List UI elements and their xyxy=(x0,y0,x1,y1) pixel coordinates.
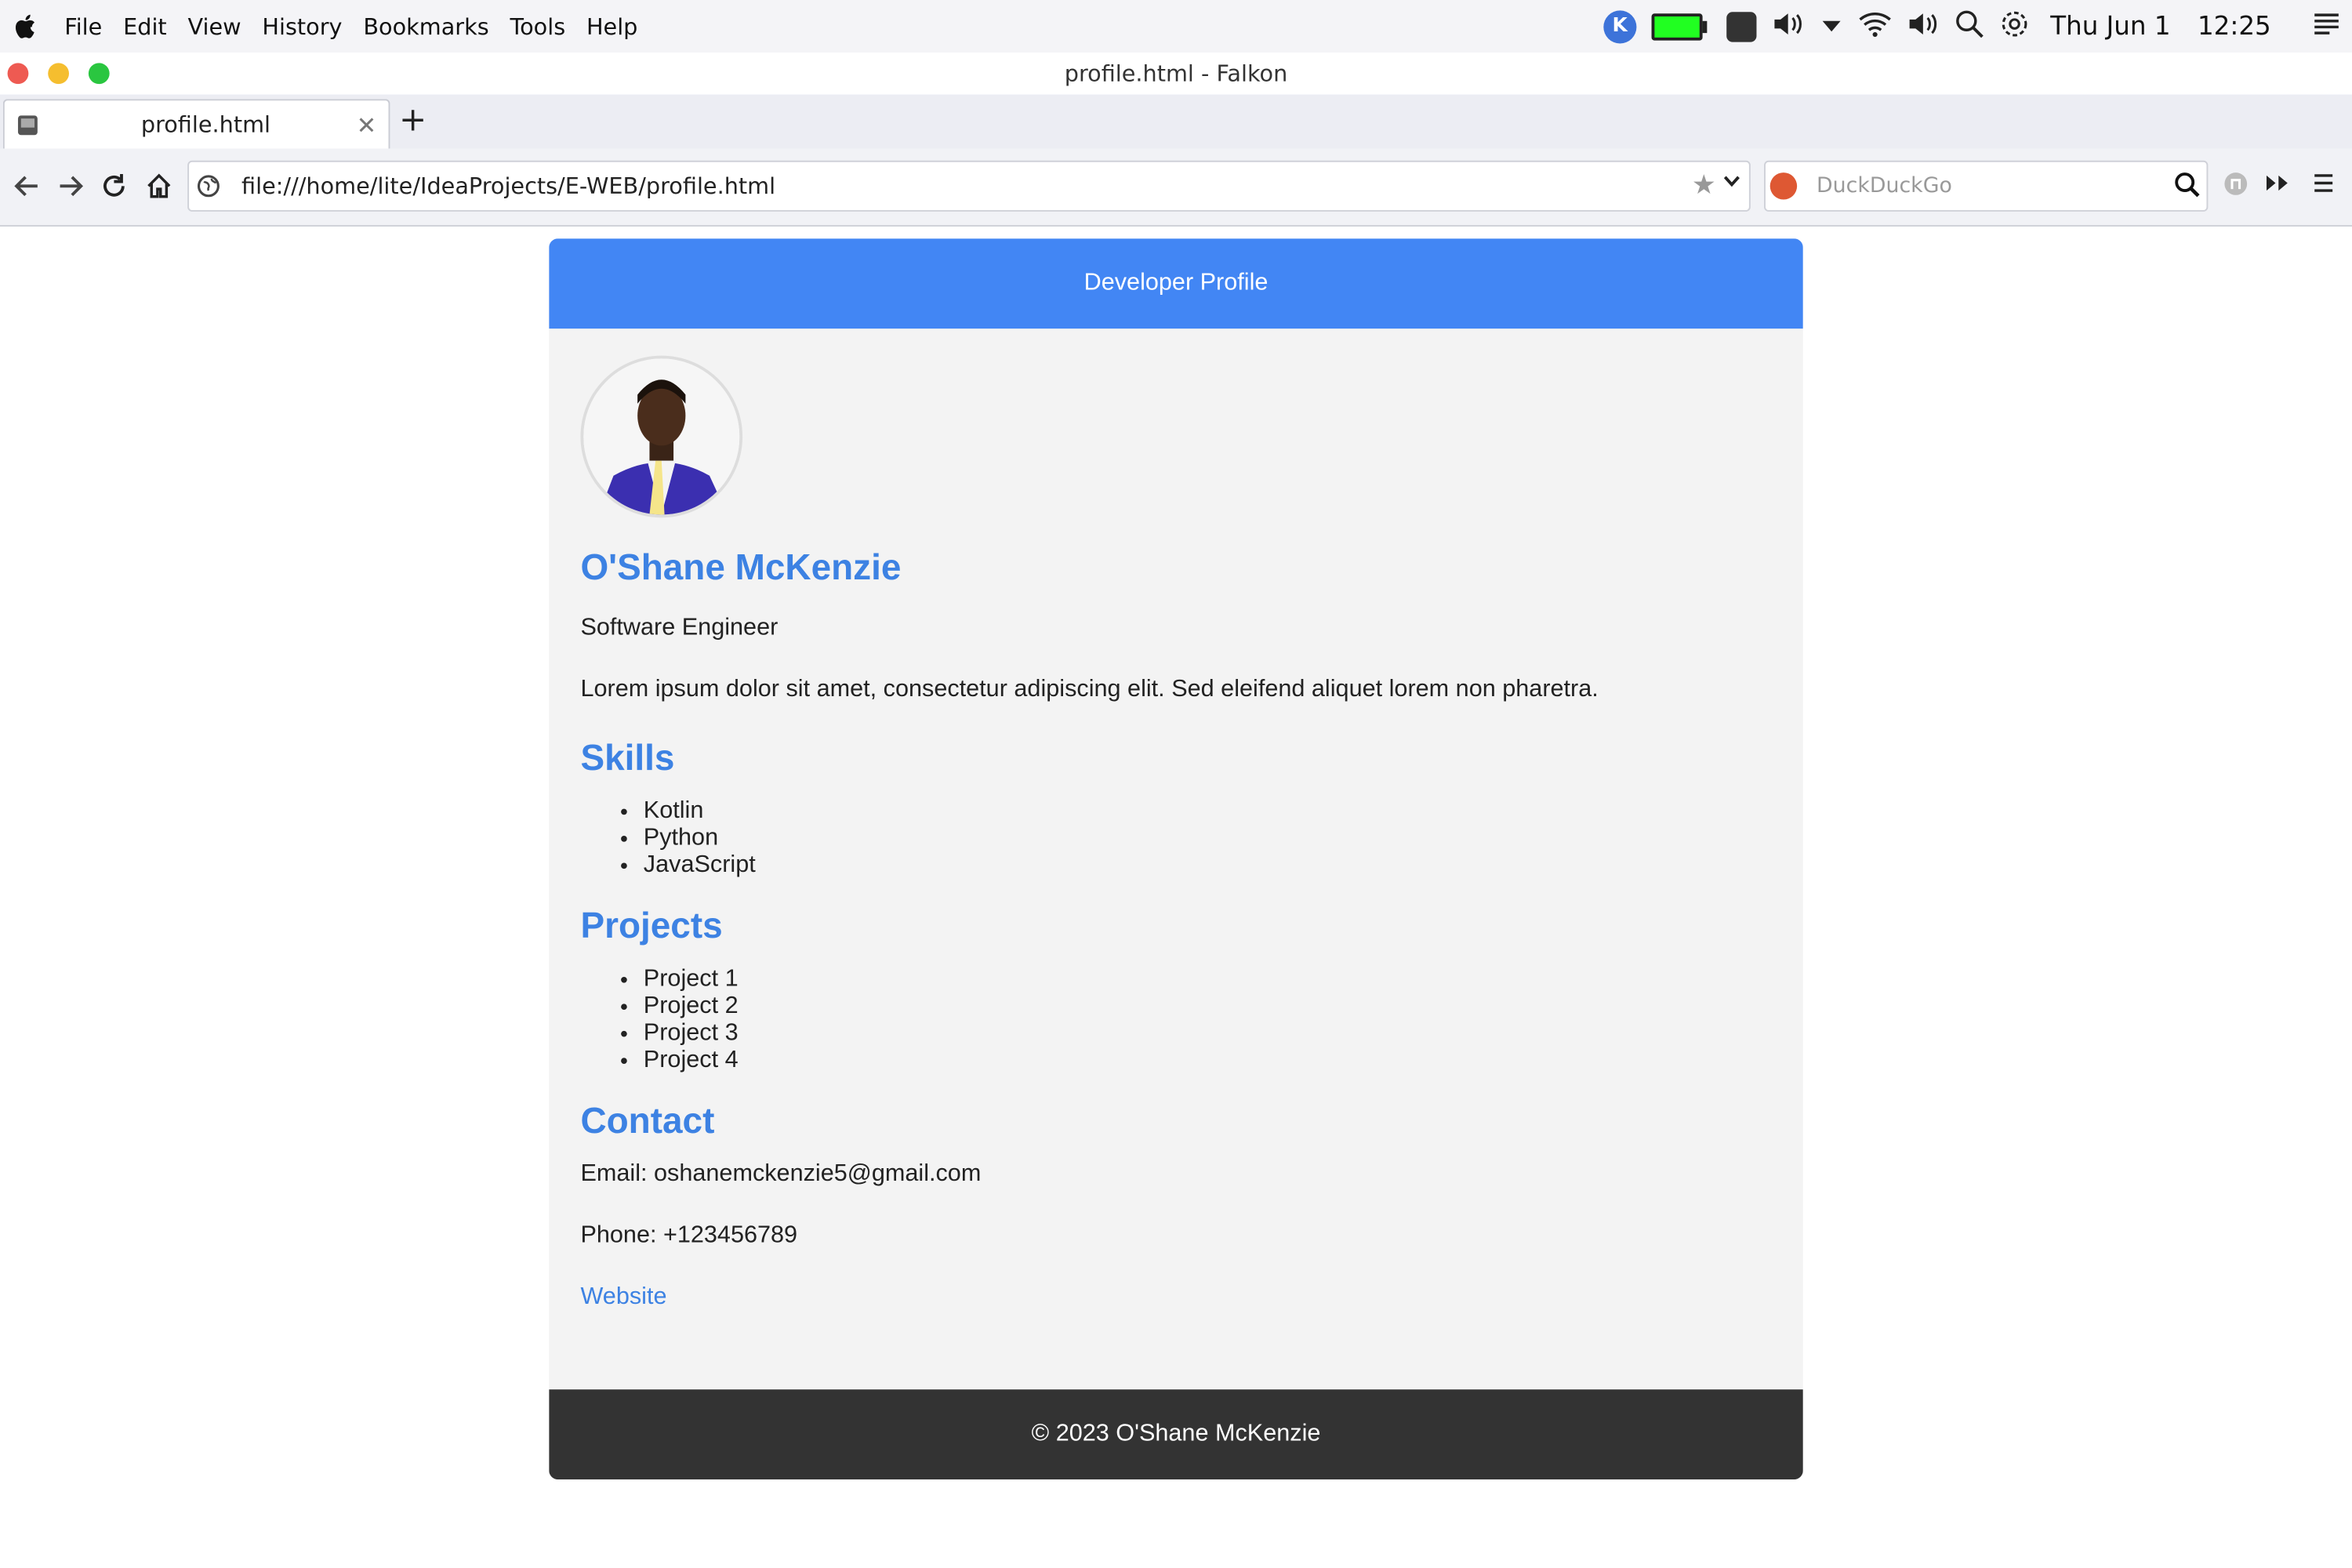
projects-list: Project 1 Project 2 Project 3 Project 4 xyxy=(580,967,1771,1075)
reload-button[interactable] xyxy=(97,169,130,202)
menu-bookmarks[interactable]: Bookmarks xyxy=(363,13,488,39)
list-item: Project 2 xyxy=(644,993,1772,1020)
app-indicator-icon[interactable] xyxy=(1726,11,1757,42)
list-item: Project 1 xyxy=(644,967,1772,993)
minimize-window-button[interactable] xyxy=(48,63,70,85)
menu-history[interactable]: History xyxy=(262,13,342,39)
url-text[interactable]: file:///home/lite/IdeaProjects/E-WEB/pro… xyxy=(241,172,775,199)
web-search-bar[interactable]: DuckDuckGo xyxy=(1764,160,2209,212)
maximize-window-button[interactable] xyxy=(88,63,110,85)
system-tray: K Thu Jun 1 12:25 xyxy=(1588,0,2352,53)
window-title: profile.html - Falkon xyxy=(1064,60,1288,88)
clock-time[interactable]: 12:25 xyxy=(2198,11,2271,41)
skills-list: Kotlin Python JavaScript xyxy=(580,798,1771,879)
adblock-icon[interactable] xyxy=(2223,171,2249,202)
contact-heading: Contact xyxy=(580,1101,715,1142)
bookmark-star-icon[interactable]: ★ xyxy=(1692,169,1716,201)
new-tab-button[interactable]: + xyxy=(399,102,426,140)
profile-name: O'Shane McKenzie xyxy=(580,547,902,589)
notifications-menu-icon[interactable] xyxy=(2313,11,2339,41)
list-item: Kotlin xyxy=(644,798,1772,825)
menu-help[interactable]: Help xyxy=(586,13,637,39)
dropdown-arrow-icon[interactable] xyxy=(1820,13,1844,39)
audio-icon[interactable] xyxy=(1907,9,1940,42)
footer-copyright: © 2023 O'Shane McKenzie xyxy=(1031,1421,1321,1446)
tab-profile[interactable]: profile.html ✕ xyxy=(2,99,390,149)
duckduckgo-icon[interactable] xyxy=(1769,172,1798,200)
projects-heading: Projects xyxy=(580,906,723,947)
screen: File Edit View History Bookmarks Tools H… xyxy=(0,0,2352,1568)
back-button[interactable] xyxy=(10,169,43,202)
page-header: Developer Profile xyxy=(549,238,1803,329)
settings-gear-icon[interactable] xyxy=(1999,9,2029,45)
profile-role: Software Engineer xyxy=(580,615,779,641)
website-link[interactable]: Website xyxy=(580,1284,666,1310)
profile-body: O'Shane McKenzie Software Engineer Lorem… xyxy=(549,328,1803,1312)
page-favicon-icon xyxy=(16,113,39,136)
list-item: Python xyxy=(644,826,1772,852)
menu-edit[interactable]: Edit xyxy=(123,13,167,39)
page-header-title: Developer Profile xyxy=(1083,270,1269,296)
address-bar[interactable]: file:///home/lite/IdeaProjects/E-WEB/pro… xyxy=(187,160,1751,212)
volume-icon[interactable] xyxy=(1771,9,1804,42)
forward-button[interactable] xyxy=(54,169,87,202)
search-submit-icon[interactable] xyxy=(2173,171,2200,198)
apple-icon[interactable] xyxy=(12,14,36,38)
list-item: Project 3 xyxy=(644,1020,1772,1047)
page-footer: © 2023 O'Shane McKenzie xyxy=(549,1389,1803,1480)
window-controls xyxy=(7,63,129,85)
web-content: Developer Profile O'Shane McKenzie Softw… xyxy=(0,226,2352,1568)
site-info-icon[interactable] xyxy=(197,174,221,198)
profile-bio: Lorem ipsum dolor sit amet, consectetur … xyxy=(580,677,1599,702)
menu-file[interactable]: File xyxy=(64,13,102,39)
close-window-button[interactable] xyxy=(7,63,29,85)
main-menu-icon[interactable] xyxy=(2313,171,2334,199)
contact-email: Email: oshanemckenzie5@gmail.com xyxy=(580,1161,982,1187)
list-item: JavaScript xyxy=(644,852,1772,879)
navigation-toolbar: file:///home/lite/IdeaProjects/E-WEB/pro… xyxy=(0,148,2352,227)
skills-heading: Skills xyxy=(580,738,675,779)
kde-connect-icon[interactable]: K xyxy=(1603,9,1637,43)
profile-photo xyxy=(580,355,743,518)
tab-bar: profile.html ✕ + xyxy=(0,94,2352,149)
menu-view[interactable]: View xyxy=(187,13,241,39)
search-placeholder[interactable]: DuckDuckGo xyxy=(1817,174,1952,198)
system-menubar: File Edit View History Bookmarks Tools H… xyxy=(0,0,2352,53)
more-tools-icon[interactable] xyxy=(2265,171,2292,199)
list-item: Project 4 xyxy=(644,1047,1772,1074)
url-history-dropdown-icon[interactable] xyxy=(1723,171,1740,194)
search-icon[interactable] xyxy=(1955,9,1984,45)
profile-card: Developer Profile O'Shane McKenzie Softw… xyxy=(549,238,1803,1480)
home-button[interactable] xyxy=(143,169,176,202)
clock-date[interactable]: Thu Jun 1 xyxy=(2050,11,2170,41)
menu-tools[interactable]: Tools xyxy=(510,13,565,39)
wifi-icon[interactable] xyxy=(1858,9,1891,42)
window-titlebar: profile.html - Falkon xyxy=(0,52,2352,95)
battery-icon[interactable] xyxy=(1651,13,1708,40)
close-tab-icon[interactable]: ✕ xyxy=(357,111,377,140)
contact-phone: Phone: +123456789 xyxy=(580,1222,798,1249)
tab-title: profile.html xyxy=(140,111,271,139)
